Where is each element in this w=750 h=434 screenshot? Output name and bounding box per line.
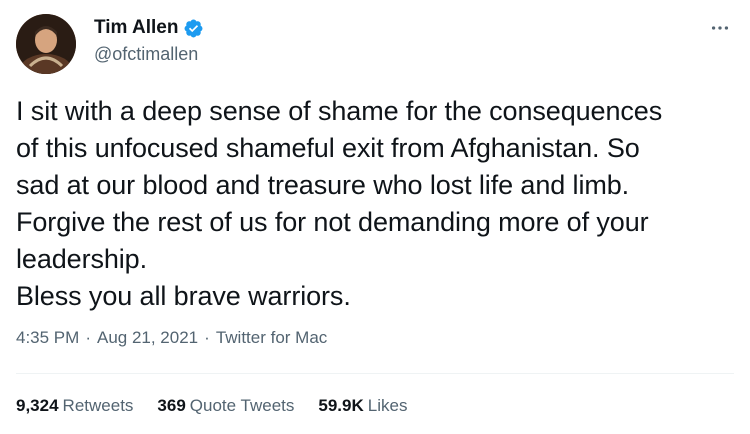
more-options-button[interactable] xyxy=(706,16,734,40)
avatar-image xyxy=(16,14,76,74)
quote-tweets-count: 369 xyxy=(157,396,186,415)
quote-tweets-label: Quote Tweets xyxy=(189,396,295,415)
tweet-metadata: 4:35 PM · Aug 21, 2021 · Twitter for Mac xyxy=(16,328,327,348)
tweet-source[interactable]: Twitter for Mac xyxy=(216,328,327,348)
likes-stat[interactable]: 59.9K Likes xyxy=(318,396,407,416)
author-block: Tim Allen @ofctimallen xyxy=(94,14,204,65)
retweets-count: 9,324 xyxy=(16,396,59,415)
tweet-text: I sit with a deep sense of shame for the… xyxy=(16,96,663,311)
author-handle[interactable]: @ofctimallen xyxy=(94,44,204,65)
tweet-stats: 9,324 Retweets 369 Quote Tweets 59.9K Li… xyxy=(16,396,431,416)
tweet-time[interactable]: 4:35 PM xyxy=(16,328,79,348)
tweet-card: Tim Allen @ofctimallen I sit with a deep… xyxy=(0,0,750,434)
likes-label: Likes xyxy=(367,396,408,415)
avatar[interactable] xyxy=(16,14,76,74)
tweet-date[interactable]: Aug 21, 2021 xyxy=(97,328,198,348)
quote-tweets-stat[interactable]: 369 Quote Tweets xyxy=(157,396,294,416)
meta-separator: · xyxy=(85,328,91,347)
author-name-row: Tim Allen xyxy=(94,14,204,42)
author-name[interactable]: Tim Allen xyxy=(94,17,178,39)
meta-separator: · xyxy=(204,328,210,347)
likes-count: 59.9K xyxy=(318,396,364,415)
retweets-label: Retweets xyxy=(62,396,134,415)
more-horizontal-icon xyxy=(711,26,729,30)
divider xyxy=(16,373,734,374)
retweets-stat[interactable]: 9,324 Retweets xyxy=(16,396,133,416)
verified-badge-icon xyxy=(183,18,204,39)
